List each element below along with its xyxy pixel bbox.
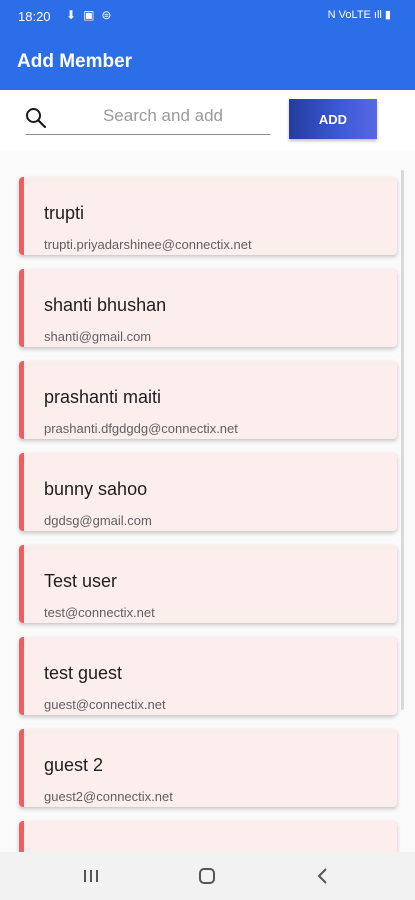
member-card[interactable]: guest 2 guest2@connectix.net [19, 729, 397, 807]
member-name: trupti [44, 203, 85, 223]
home-button[interactable] [192, 864, 222, 888]
member-email: test@connectix.net [44, 605, 155, 620]
app-bar: Add Member [0, 32, 415, 90]
status-bar: 18:20 ⬇ ▣ ⊜ N VoLTE ıll ▮ [0, 0, 415, 32]
member-card[interactable]: test guest guest@connectix.net [19, 637, 397, 715]
member-list[interactable]: trupti trupti.priyadarshinee@connectix.n… [0, 150, 415, 852]
member-email: shanti@gmail.com [44, 329, 152, 344]
search-icon [26, 108, 47, 129]
member-email: prashanti.dfgdgdg@connectix.net [44, 421, 238, 436]
member-name: Test user [44, 571, 118, 591]
back-icon [317, 868, 327, 884]
scrollbar[interactable] [401, 170, 404, 710]
recent-apps-icon [84, 870, 98, 882]
page-title: Add Member [17, 51, 133, 72]
member-card[interactable]: bunny sahoo dgdsg@gmail.com [19, 453, 397, 531]
download-icon: ⬇ [66, 8, 77, 22]
cast-icon: ⊜ [101, 8, 112, 22]
status-system-text: N VoLTE ıll ▮ [327, 9, 391, 21]
system-nav-bar [0, 852, 415, 900]
member-name: prashanti maiti [44, 387, 162, 407]
image-icon: ▣ [83, 8, 95, 22]
status-system-icons: N VoLTE ıll ▮ [328, 8, 391, 21]
member-card[interactable]: trupti trupti.priyadarshinee@connectix.n… [19, 177, 397, 255]
search-panel: ADD [0, 90, 415, 150]
member-name: shanti bhushan [44, 295, 167, 315]
search-input[interactable] [58, 100, 268, 132]
member-name: test guest [44, 663, 123, 683]
add-button[interactable]: ADD [289, 99, 377, 139]
search-underline [26, 134, 270, 135]
status-notification-icons: ⬇ ▣ ⊜ [66, 8, 111, 22]
home-icon [199, 868, 215, 884]
member-email: dgdsg@gmail.com [44, 513, 152, 528]
member-card[interactable]: prashanti maiti prashanti.dfgdgdg@connec… [19, 361, 397, 439]
member-card[interactable] [19, 821, 397, 852]
member-email: guest@connectix.net [44, 697, 166, 712]
member-card[interactable]: shanti bhushan shanti@gmail.com [19, 269, 397, 347]
status-time: 18:20 [18, 9, 51, 24]
member-name: guest 2 [44, 755, 104, 775]
member-name: bunny sahoo [44, 479, 148, 499]
back-button[interactable] [308, 864, 338, 888]
recent-apps-button[interactable] [76, 864, 106, 888]
member-card[interactable]: Test user test@connectix.net [19, 545, 397, 623]
add-member-screen: 18:20 ⬇ ▣ ⊜ N VoLTE ıll ▮ Add Member ADD… [0, 0, 415, 900]
member-email: trupti.priyadarshinee@connectix.net [44, 237, 252, 252]
member-email: guest2@connectix.net [44, 789, 173, 804]
